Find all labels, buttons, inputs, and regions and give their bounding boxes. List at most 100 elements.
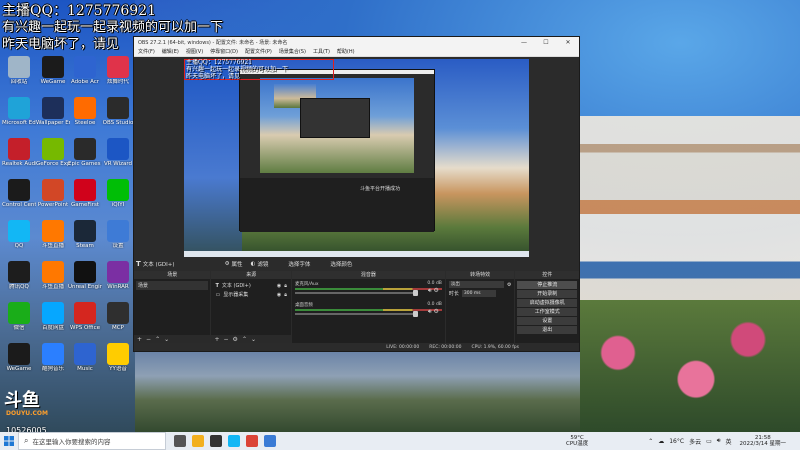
menu-item[interactable]: 帮助(H) bbox=[337, 48, 355, 55]
duration-input[interactable]: 300 ms bbox=[461, 290, 496, 297]
desktop-icon[interactable]: Control Center bbox=[2, 179, 36, 208]
desktop-icon[interactable]: 腾讯QQ bbox=[2, 261, 36, 290]
obs-icon[interactable] bbox=[210, 435, 222, 447]
desktop-icon[interactable]: Steam bbox=[68, 220, 102, 249]
chevron-down-icon[interactable]: ⌄ bbox=[164, 336, 169, 343]
exit-button[interactable]: 退出 bbox=[517, 326, 577, 334]
chevron-up-icon[interactable]: ⌃ bbox=[155, 336, 160, 343]
desktop-icon[interactable]: YY语音 bbox=[101, 343, 135, 372]
desktop-icon[interactable]: Steeloe bbox=[68, 97, 102, 126]
remove-icon[interactable]: − bbox=[224, 336, 229, 343]
taskbar-clock[interactable]: 21:58 2022/3/14 星期一 bbox=[740, 435, 786, 447]
preview-text-line-1: 主播QQ：1275776921 bbox=[186, 59, 253, 66]
filters-button[interactable]: ◐ 滤镜 bbox=[251, 260, 269, 268]
add-icon[interactable]: + bbox=[214, 336, 219, 343]
menu-item[interactable]: 场景集合(S) bbox=[279, 48, 306, 55]
minimize-icon[interactable]: — bbox=[513, 39, 535, 46]
desktop-icon-label: WeGame bbox=[40, 79, 66, 85]
desktop-icon[interactable]: WinRAR bbox=[101, 261, 135, 290]
obs-titlebar[interactable]: OBS 27.2.1 (64-bit, windows) - 配置文件: 未命名… bbox=[134, 37, 579, 47]
desktop-icon[interactable]: GameFirst bbox=[68, 179, 102, 208]
remove-icon[interactable]: − bbox=[146, 336, 151, 343]
desktop-icon[interactable]: OBS Studio bbox=[101, 97, 135, 126]
chevron-up-icon[interactable]: ⌃ bbox=[242, 336, 247, 343]
selected-source-label: 文本 (GDI+) bbox=[142, 262, 175, 268]
desktop-icon[interactable]: 斗鱼直播 bbox=[36, 261, 70, 290]
stop-streaming-button[interactable]: 停止推流 bbox=[517, 281, 577, 289]
chrome-icon[interactable] bbox=[246, 435, 258, 447]
desktop-icon[interactable]: 设置 bbox=[101, 220, 135, 249]
select-color-button[interactable]: 选择颜色 bbox=[330, 260, 352, 268]
chevron-up-icon[interactable]: ⌃ bbox=[648, 438, 653, 445]
volume-slider[interactable] bbox=[294, 290, 418, 296]
desktop-icon[interactable]: QQ bbox=[2, 220, 36, 249]
gear-icon: ⚙ bbox=[224, 261, 230, 267]
start-button[interactable] bbox=[0, 432, 18, 450]
app-icon[interactable] bbox=[264, 435, 276, 447]
gear-icon[interactable]: ⚙ bbox=[507, 282, 511, 288]
weather-icon[interactable]: ☁ bbox=[658, 438, 664, 445]
speaker-icon[interactable]: 🔊︎ ⚙ bbox=[428, 287, 439, 295]
source-item-monitor[interactable]: ▭ 显示器采集 ◉ 🔒︎ bbox=[213, 290, 288, 299]
desktop-icon[interactable]: PowerPoint bbox=[36, 179, 70, 208]
speaker-icon[interactable]: 🔊︎ ⚙ bbox=[428, 308, 439, 316]
network-icon[interactable]: ▭ bbox=[706, 438, 712, 445]
desktop-icon[interactable]: 斗鱼直播 bbox=[36, 220, 70, 249]
properties-button[interactable]: ⚙ 属性 bbox=[225, 260, 243, 268]
source-item-text[interactable]: T 文本 (GDI+) ◉ 🔒︎ bbox=[213, 281, 288, 290]
desktop-icon[interactable]: Wallpaper Engine bbox=[36, 97, 70, 126]
file-explorer-icon[interactable] bbox=[192, 435, 204, 447]
menu-item[interactable]: 工具(T) bbox=[313, 48, 330, 55]
desktop-icon[interactable]: 微信 bbox=[2, 302, 36, 331]
desktop-icon[interactable]: GeForce Experience bbox=[36, 138, 70, 167]
desktop-icon[interactable]: WeGame bbox=[36, 56, 70, 85]
volume-slider[interactable] bbox=[294, 311, 418, 317]
chevron-down-icon[interactable]: ⌄ bbox=[251, 336, 256, 343]
task-view-icon[interactable] bbox=[174, 435, 186, 447]
desktop-icon[interactable]: 酷狗音乐 bbox=[36, 343, 70, 372]
desktop-icon-label: Steeloe bbox=[74, 120, 96, 126]
maximize-icon[interactable]: ☐ bbox=[535, 39, 557, 46]
settings-button[interactable]: 设置 bbox=[517, 317, 577, 325]
desktop-icon[interactable]: iQIYI bbox=[101, 179, 135, 208]
menu-item[interactable]: 配置文件(P) bbox=[245, 48, 272, 55]
desktop-icon[interactable]: VR Wizard bbox=[101, 138, 135, 167]
lock-icon[interactable]: 🔒︎ bbox=[284, 292, 287, 298]
cpu-temp-widget[interactable]: 59°C CPU温度 bbox=[566, 435, 588, 447]
menu-item[interactable]: 停靠窗口(D) bbox=[210, 48, 238, 55]
desktop-icon[interactable]: WeGame bbox=[2, 343, 36, 372]
add-icon[interactable]: + bbox=[137, 336, 142, 343]
taskbar-search[interactable]: ⌕ 在这里输入你要搜索的内容 bbox=[18, 432, 166, 450]
close-icon[interactable]: ✕ bbox=[557, 39, 579, 46]
desktop-icon[interactable]: WPS Office bbox=[68, 302, 102, 331]
desktop-icon[interactable]: 百度网盘 bbox=[36, 302, 70, 331]
eye-icon[interactable]: ◉ bbox=[277, 283, 281, 289]
desktop-icon[interactable]: Music bbox=[68, 343, 102, 372]
yy-icon bbox=[107, 343, 129, 365]
desktop-icon[interactable]: MCP bbox=[101, 302, 135, 331]
desktop-icon[interactable]: Adobe Acr bbox=[68, 56, 102, 85]
menu-item[interactable]: 文件(F) bbox=[138, 48, 155, 55]
lock-icon[interactable]: 🔒︎ bbox=[284, 283, 287, 289]
preview-text-line-2: 有兴趣一起玩一起录视频的可以加一下 bbox=[186, 66, 289, 73]
start-recording-button[interactable]: 开始录制 bbox=[517, 290, 577, 298]
preview-canvas[interactable]: 斗鱼平台开播成功 主播QQ：1275776921 有兴趣一起玩一起录视频的可以加… bbox=[184, 59, 529, 257]
desktop-icon[interactable]: Realtek Audio bbox=[2, 138, 36, 167]
desktop-icon[interactable]: 回收站 bbox=[2, 56, 36, 85]
ime-indicator[interactable]: 英 bbox=[726, 437, 732, 446]
qq-icon[interactable] bbox=[228, 435, 240, 447]
desktop-icon[interactable]: Unreal Engine bbox=[68, 261, 102, 290]
select-font-button[interactable]: 选择字体 bbox=[288, 260, 310, 268]
transition-select[interactable]: 淡出 bbox=[448, 281, 504, 288]
volume-icon[interactable]: 🔊︎ bbox=[717, 437, 721, 445]
desktop-icon[interactable]: Microsoft Edge bbox=[2, 97, 36, 126]
menu-item[interactable]: 视图(V) bbox=[186, 48, 203, 55]
desktop-icon[interactable]: Epic Games Launcher bbox=[68, 138, 102, 167]
menu-item[interactable]: 编辑(E) bbox=[162, 48, 179, 55]
scene-item[interactable]: 场景 bbox=[136, 281, 209, 290]
virtual-camera-button[interactable]: 启动虚拟摄像机 bbox=[517, 299, 577, 307]
desktop-icon[interactable]: 炫舞时代 bbox=[101, 56, 135, 85]
eye-icon[interactable]: ◉ bbox=[277, 292, 281, 298]
studio-mode-button[interactable]: 工作室模式 bbox=[517, 308, 577, 316]
gear-icon[interactable]: ⚙ bbox=[233, 336, 238, 343]
